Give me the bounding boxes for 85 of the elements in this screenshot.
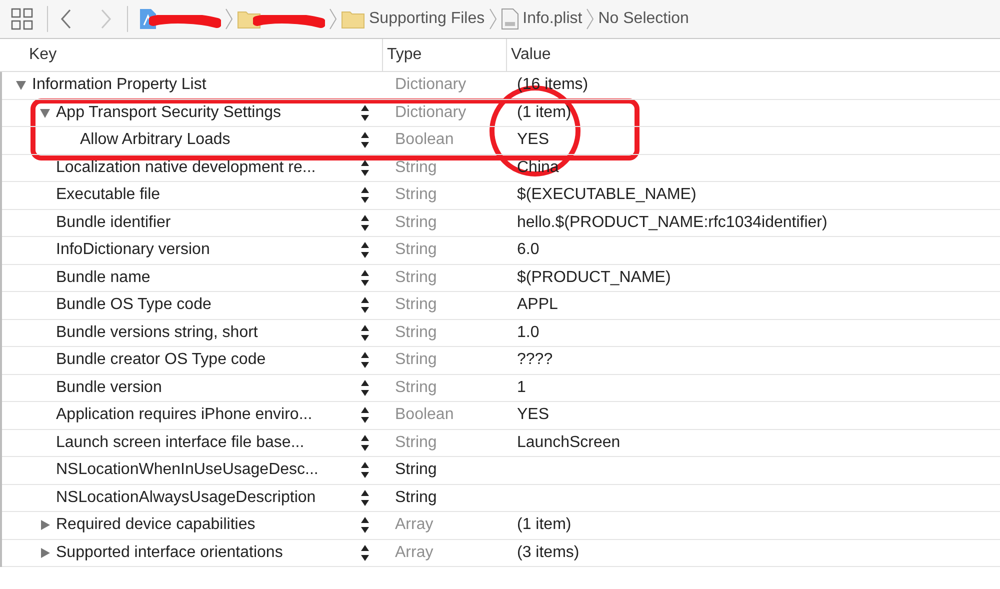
column-header[interactable]: Key [0,39,383,71]
stepper-icon[interactable] [361,544,369,562]
chevron-icon [488,8,497,30]
chevron-icon [329,8,337,30]
folder-icon [341,10,365,28]
chevron-icon [225,8,233,30]
key-cell-text: Bundle version [56,378,162,398]
value-cell-text: ???? [516,350,553,370]
stepper-icon[interactable] [361,158,369,177]
value-cell-text: YES [516,405,550,426]
value-cell-text: hello.$(PRODUCT_NAME:rfc1034identifier) [516,212,828,233]
type-cell[interactable]: Boolean [385,128,509,152]
key-cell-text: NSLocationWhenInUseUsageDesc... [56,460,318,480]
stepper-icon[interactable] [361,461,369,480]
key-cell-text: Bundle name [56,268,150,288]
key-cell-text: Bundle OS Type code [56,295,212,316]
value-cell-text: APPL [516,295,558,316]
disclosure-triangle-icon[interactable] [39,519,51,532]
stepper-icon[interactable] [361,296,369,314]
breadcrumb-item[interactable]: No Selection [598,7,689,31]
type-cell[interactable]: Array [385,540,509,565]
key-cell-text: Localization native development re... [56,158,316,178]
disclosure-triangle-icon[interactable] [15,79,27,92]
stepper-icon[interactable] [361,516,369,534]
type-cell[interactable]: Dictionary [385,73,509,98]
value-cell-text: 1 [516,378,526,398]
key-cell-text: Bundle creator OS Type code [56,350,266,370]
key-cell-text: InfoDictionary version [56,240,210,260]
stepper-icon[interactable] [361,351,369,370]
key-cell-text: Executable file [56,185,160,206]
key-cell-text: Allow Arbitrary Loads [80,130,230,150]
type-cell[interactable]: String [385,348,509,372]
value-cell-text: (1 item) [516,102,572,123]
type-cell[interactable]: Boolean [385,403,509,428]
type-cell[interactable]: String [385,210,509,235]
type-cell[interactable]: String [385,430,509,455]
type-cell[interactable]: Array [385,513,509,538]
back-icon[interactable] [60,9,72,29]
document-icon [500,8,519,30]
chevron-icon [586,8,594,30]
key-cell-text: NSLocationAlwaysUsageDescription [56,488,316,508]
stepper-icon[interactable] [361,324,369,342]
type-cell[interactable]: String [385,486,509,510]
key-cell-text: Bundle versions string, short [56,322,258,343]
stepper-icon[interactable] [361,186,369,204]
type-cell[interactable]: String [385,376,509,400]
stepper-icon[interactable] [361,434,369,452]
key-cell-text: App Transport Security Settings [56,102,281,123]
breadcrumb-item[interactable]: Info.plist [522,7,582,31]
key-cell-text: Supported interface orientations [56,542,283,563]
key-cell-text: Required device capabilities [56,515,256,536]
value-cell-text: $(EXECUTABLE_NAME) [516,185,696,206]
value-cell-text: LaunchScreen [516,432,620,453]
value-cell-text: 1.0 [516,322,540,343]
breadcrumb-item[interactable]: Supporting Files [369,7,485,31]
stepper-icon[interactable] [361,214,369,232]
stepper-icon[interactable] [361,378,369,397]
grid-icon[interactable] [11,8,33,30]
type-cell[interactable]: Dictionary [385,100,509,125]
type-cell[interactable]: String [385,266,509,290]
key-cell-text: Bundle identifier [56,212,171,233]
type-cell[interactable]: String [385,156,509,180]
stepper-icon[interactable] [361,131,369,150]
value-cell-text: YES [516,130,550,150]
disclosure-triangle-icon[interactable] [39,546,51,559]
value-cell-text: (3 items) [516,542,580,563]
column-header[interactable]: Value [507,39,1000,71]
stepper-icon[interactable] [361,268,369,287]
key-cell-text: Launch screen interface file base... [56,432,304,453]
value-cell-text: $(PRODUCT_NAME) [516,268,671,288]
stepper-icon[interactable] [361,406,369,424]
type-cell[interactable]: String [385,458,509,482]
stepper-icon[interactable] [361,488,369,507]
type-cell[interactable]: String [385,238,509,262]
stepper-icon[interactable] [361,241,369,260]
type-cell[interactable]: String [385,320,509,345]
disclosure-triangle-icon[interactable] [39,106,51,119]
type-cell[interactable]: String [385,293,509,318]
value-cell-text: (1 item) [516,515,572,536]
value-cell-text: 6.0 [516,240,540,260]
key-cell-text: Application requires iPhone enviro... [56,405,312,426]
stepper-icon[interactable] [361,104,369,122]
type-cell[interactable]: String [385,183,509,208]
key-cell-text: Information Property List [32,75,206,96]
column-header[interactable]: Type [383,39,507,71]
